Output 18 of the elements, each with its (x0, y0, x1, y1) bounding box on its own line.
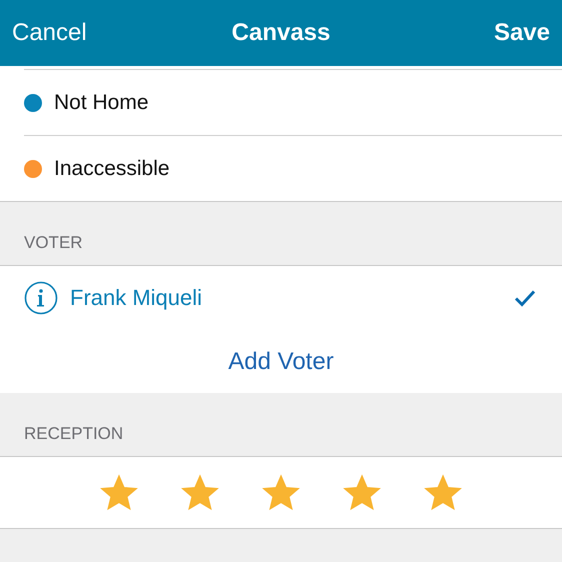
cancel-button[interactable]: Cancel (12, 19, 87, 47)
star-icon[interactable] (424, 474, 462, 512)
star-icon[interactable] (262, 474, 300, 512)
nav-title: Canvass (232, 19, 330, 47)
status-label: Not Home (54, 90, 149, 114)
star-icon[interactable] (343, 474, 381, 512)
status-option[interactable]: Inaccessible (24, 135, 562, 201)
section-header: RECEPTION (24, 424, 124, 444)
section-header: VOTER (24, 233, 83, 253)
status-option[interactable]: Not Home (24, 69, 562, 135)
star-icon[interactable] (100, 474, 138, 512)
status-label: Inaccessible (54, 156, 170, 180)
star-rating[interactable] (100, 474, 462, 512)
voter-name[interactable]: Frank Miqueli (70, 285, 514, 311)
add-voter-button[interactable]: Add Voter (222, 346, 340, 376)
info-icon[interactable] (24, 281, 58, 315)
star-icon[interactable] (181, 474, 219, 512)
save-button[interactable]: Save (494, 19, 550, 47)
